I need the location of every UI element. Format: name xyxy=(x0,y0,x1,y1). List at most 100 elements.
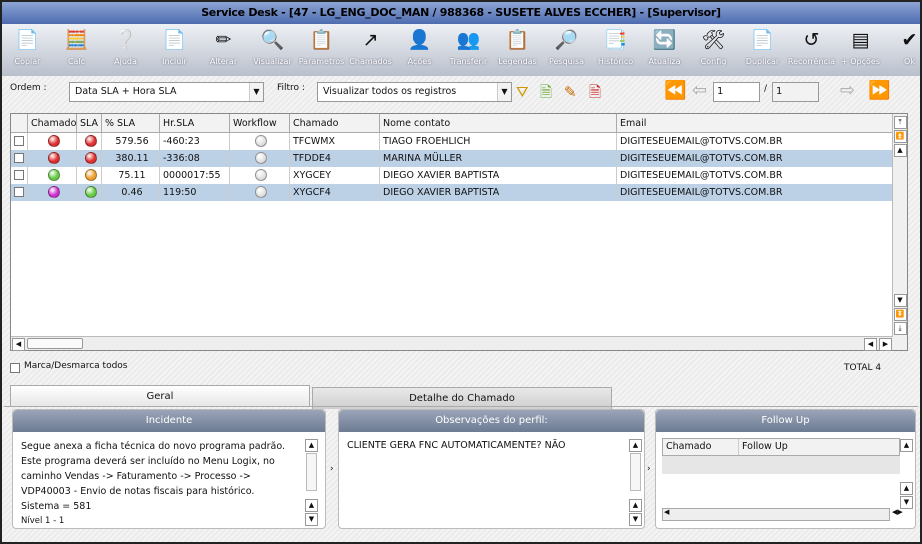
scroll-up-icon[interactable]: ▲ xyxy=(305,439,318,452)
cell-row-checkbox[interactable] xyxy=(11,184,28,201)
toolbar-button-label: Duplicar xyxy=(745,57,780,66)
chevron-down-icon[interactable]: ▼ xyxy=(249,83,263,101)
ordem-select[interactable]: Data SLA + Hora SLA ▼ xyxy=(69,82,264,102)
tab-geral[interactable]: Geral xyxy=(10,385,310,407)
scroll-up-icon[interactable]: ▲ xyxy=(900,439,913,452)
column-header[interactable]: SLA xyxy=(77,114,102,132)
toolbar-button-chamados[interactable]: ↗ Chamados xyxy=(346,26,395,66)
edit-filter-icon[interactable]: ✎ xyxy=(564,82,577,102)
cell-workflow-indicator xyxy=(230,184,290,201)
scroll-page-down-icon[interactable]: ⏬ xyxy=(893,308,907,321)
cell-row-checkbox[interactable] xyxy=(11,167,28,184)
filtro-select[interactable]: Visualizar todos os registros ▼ xyxy=(317,82,512,102)
expand-arrow-icon[interactable]: › xyxy=(647,464,651,474)
toolbar-button-alterar[interactable]: ✏ Alterar xyxy=(199,26,248,66)
followup-horizontal-scrollbar[interactable]: ◀ xyxy=(662,508,890,521)
scroll-up-icon[interactable]: ▲ xyxy=(629,439,642,452)
select-all-checkbox[interactable] xyxy=(10,363,20,373)
scroll-bottom-icon[interactable]: ⤓ xyxy=(893,322,907,335)
last-page-icon[interactable]: ⏩ xyxy=(868,81,890,101)
filtro-value: Visualizar todos os registros xyxy=(323,86,457,97)
scroll-left-icon[interactable]: ◀ xyxy=(864,338,877,351)
toolbar-button-histrico[interactable]: 📑 Histórico xyxy=(591,26,640,66)
scroll-left-icon[interactable]: ◀ xyxy=(12,338,25,351)
chevron-down-icon[interactable]: ▼ xyxy=(497,83,511,101)
scroll-up-icon[interactable]: ▲ xyxy=(893,144,907,157)
column-header[interactable]: Chamado xyxy=(290,114,380,132)
scroll-up-icon[interactable]: ▲ xyxy=(305,499,318,512)
vertical-scrollbar[interactable]: ⤒ ⏫ ▲ ▼ ⏬ ⤓ xyxy=(892,114,907,350)
row-checkbox[interactable] xyxy=(14,153,24,163)
cell-sla-hours: 119:50 xyxy=(160,184,230,201)
column-header[interactable] xyxy=(11,114,28,132)
scroll-thumb[interactable] xyxy=(27,338,83,349)
refresh-icon: 🔄 xyxy=(652,29,677,51)
horizontal-scrollbar[interactable]: ◀ ◀ ▶ xyxy=(11,336,893,351)
cell-row-checkbox[interactable] xyxy=(11,150,28,167)
check-icon: ✔ xyxy=(901,29,918,51)
toolbar-button-ok[interactable]: ✔ Ok xyxy=(885,26,922,66)
column-header[interactable]: Workflow xyxy=(230,114,290,132)
table-row[interactable]: 380.11 -336:08 TFDDE4 MARINA MÜLLER DIGITESE… xyxy=(11,150,893,167)
table-row[interactable]: 579.56 -460:23 TFCWMX TIAGO FROEHLICH DIGITE… xyxy=(11,133,893,150)
toolbar-button-calc[interactable]: 🧮 Calc xyxy=(52,26,101,66)
select-all-label[interactable]: Marca/Desmarca todos xyxy=(24,361,128,371)
toolbar-button-copiar[interactable]: 📄 Copiar xyxy=(3,26,52,66)
toolbar-button-label: Parametros xyxy=(298,57,345,66)
toolbar-button-aes[interactable]: 👤 Ações xyxy=(395,26,444,66)
scroll-right-icon[interactable]: ▶ xyxy=(879,338,892,351)
toolbar-button-label: Incluir xyxy=(162,57,187,66)
delete-filter-icon[interactable]: 🗎 xyxy=(589,82,601,102)
observacoes-panel: Observações do perfil: CLIENTE GERA FNC … xyxy=(338,409,645,529)
current-page-input[interactable]: 1 xyxy=(713,82,760,102)
toolbar-button-config[interactable]: 🛠 Config xyxy=(689,26,738,66)
toolbar-button-opes[interactable]: ▤ + Opções xyxy=(836,26,885,66)
row-checkbox[interactable] xyxy=(14,136,24,146)
table-row[interactable]: 75.11 0000017:55 XYGCEY DIEGO XAVIER BAPTIS… xyxy=(11,167,893,184)
column-header[interactable]: % SLA xyxy=(102,114,160,132)
scroll-left-icon[interactable]: ◀ xyxy=(664,508,669,516)
scroll-left-icon[interactable]: ◀▶ xyxy=(892,508,903,516)
next-page-icon[interactable]: ⇨ xyxy=(840,81,855,101)
toolbar-button-parametros[interactable]: 📋 Parametros xyxy=(297,26,346,66)
scroll-down-icon[interactable]: ▼ xyxy=(629,513,642,526)
more-options-icon: ▤ xyxy=(851,29,870,51)
parameters-icon: 📋 xyxy=(309,29,334,51)
column-header[interactable]: Nome contato xyxy=(380,114,617,132)
row-checkbox[interactable] xyxy=(14,187,24,197)
scroll-down-icon[interactable]: ▼ xyxy=(893,294,907,307)
scroll-down-icon[interactable]: ▼ xyxy=(305,513,318,526)
column-header[interactable]: Hr.SLA xyxy=(160,114,230,132)
incidente-panel: Incidente Segue anexa a ficha técnica do… xyxy=(12,409,326,529)
toolbar-button-legendas[interactable]: 📋 Legendas xyxy=(493,26,542,66)
row-checkbox[interactable] xyxy=(14,170,24,180)
scroll-top-icon[interactable]: ⤒ xyxy=(893,116,907,129)
help-icon: ❔ xyxy=(113,29,138,51)
incidente-scrollbar[interactable]: ▲ ▲ ▼ xyxy=(305,438,318,526)
add-filter-icon[interactable]: 🗎 xyxy=(540,82,552,102)
toolbar-button-atualiza[interactable]: 🔄 Atualiza xyxy=(640,26,689,66)
sla-indicator-icon xyxy=(84,186,97,198)
expand-arrow-icon[interactable]: › xyxy=(330,464,334,474)
toolbar-button-visualizar[interactable]: 🔍 Visualizar xyxy=(248,26,297,66)
scroll-up-icon[interactable]: ▲ xyxy=(900,482,913,495)
toolbar-button-recorrncia[interactable]: ↺ Recorrência xyxy=(787,26,836,66)
toolbar-button-incluir[interactable]: 📄 Incluir xyxy=(150,26,199,66)
first-page-icon[interactable]: ⏪ xyxy=(664,81,686,101)
scroll-up-icon[interactable]: ▲ xyxy=(629,499,642,512)
table-row[interactable]: 0.46 119:50 XYGCF4 DIEGO XAVIER BAPTISTA DIG… xyxy=(11,184,893,201)
observacoes-scrollbar[interactable]: ▲ ▲ ▼ xyxy=(629,438,642,526)
cell-row-checkbox[interactable] xyxy=(11,133,28,150)
toolbar-button-transferir[interactable]: 👥 Transferir xyxy=(444,26,493,66)
column-header[interactable]: Chamado xyxy=(28,114,77,132)
toolbar-button-pesquisa[interactable]: 🔎 Pesquisa xyxy=(542,26,591,66)
followup-col-followup: Follow Up xyxy=(742,441,788,452)
toolbar-button-ajuda[interactable]: ❔ Ajuda xyxy=(101,26,150,66)
toolbar-button-duplicar[interactable]: 📄 Duplicar xyxy=(738,26,787,66)
column-header[interactable]: Email xyxy=(617,114,893,132)
prev-page-icon[interactable]: ⇦ xyxy=(692,81,707,101)
sla-indicator-icon xyxy=(84,152,97,164)
filter-icon[interactable]: ⛛ xyxy=(516,82,529,102)
scroll-page-up-icon[interactable]: ⏫ xyxy=(893,130,907,143)
incidente-text-line: Segue anexa a ficha técnica do novo prog… xyxy=(21,441,286,452)
